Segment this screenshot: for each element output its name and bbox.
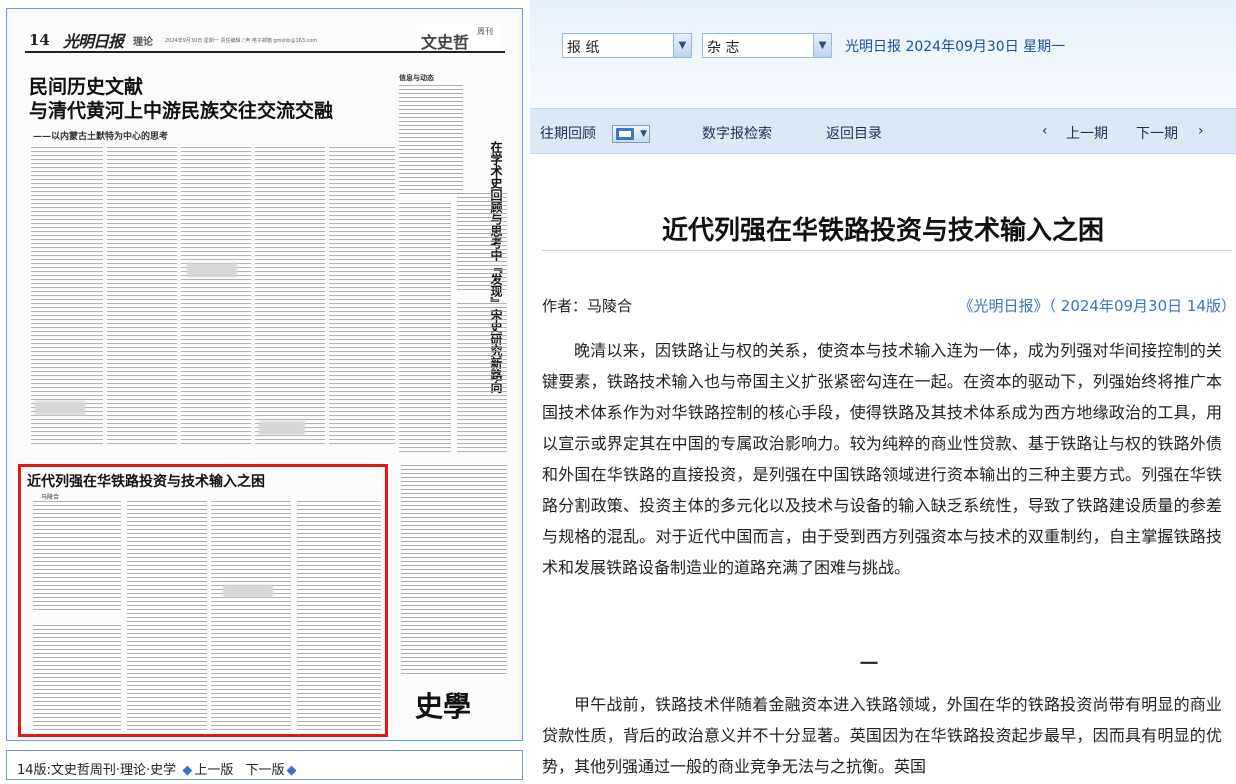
chevron-down-icon[interactable]: ▼ [813, 34, 831, 57]
masthead: 14 光明日报 理论 2024年9月30日 星期一 责任编辑 / 声 电子邮箱 … [25, 25, 505, 53]
newspaper-page-image[interactable]: 14 光明日报 理论 2024年9月30日 星期一 责任编辑 / 声 电子邮箱 … [11, 13, 518, 738]
blurred-block [223, 585, 273, 597]
text-column [401, 465, 507, 675]
highlight-headline[interactable]: 近代列强在华铁路投资与技术输入之困 [27, 471, 265, 491]
article-title: 近代列强在华铁路投资与技术输入之困 [661, 216, 1104, 246]
calendar-icon [616, 128, 634, 140]
sidebar-text [399, 85, 463, 195]
next-issue-link[interactable]: 下一期 [1136, 123, 1178, 143]
newspaper-logo: 光明日报 [63, 32, 124, 51]
article-source: 《光明日报》（ 2024年09月30日 14版） [958, 297, 1236, 315]
text-column [399, 203, 451, 453]
chevron-right-icon[interactable]: › [1198, 123, 1204, 139]
article-paragraph: 甲午战前，铁路技术伴随着金融资本进入铁路领域，外国在华的铁路投资尚带有明显的商业… [542, 695, 1222, 776]
issue-nav-bar: 往期回顾 ▼ 数字报检索 返回目录 ‹ 上一期 下一期 › [530, 108, 1236, 154]
newspaper-page-frame: 14 光明日报 理论 2024年9月30日 星期一 责任编辑 / 声 电子邮箱 … [6, 8, 523, 741]
article-author: 作者：马陵合 [542, 297, 633, 315]
highlight-author: 马陵合 [41, 494, 60, 501]
history-link[interactable]: 往期回顾 [540, 123, 596, 143]
text-column [457, 193, 507, 293]
text-column [329, 147, 395, 447]
text-column [211, 501, 291, 733]
prev-arrow-icon[interactable]: ◆ [182, 763, 192, 778]
chevron-down-icon[interactable]: ▼ [673, 34, 691, 57]
prev-page-link[interactable]: 上一版 [194, 763, 233, 778]
text-column [107, 147, 177, 447]
title-divider [542, 250, 1232, 251]
next-page-link[interactable]: 下一版 [245, 763, 284, 778]
prev-issue-link[interactable]: 上一期 [1066, 123, 1108, 143]
search-link[interactable]: 数字报检索 [702, 123, 772, 143]
section-numeral: 一 [860, 654, 878, 675]
article-content: 近代列强在华铁路投资与技术输入之困 作者：马陵合 《光明日报》（ 2024年09… [530, 155, 1236, 784]
next-arrow-icon[interactable]: ◆ [287, 763, 297, 778]
text-column [33, 501, 121, 611]
weekly-banner: 文史哲 周刊 [417, 25, 501, 52]
blurred-block [187, 263, 237, 277]
back-to-index-link[interactable]: 返回目录 [826, 123, 882, 143]
sidebar-section-head: 信息与动态 [399, 74, 434, 82]
page-number: 14 [29, 31, 50, 49]
top-toolbar: 报 纸 ▼ 杂 志 ▼ 光明日报 2024年09月30日 星期一 [530, 0, 1236, 108]
text-column [297, 501, 381, 733]
newspaper-select[interactable]: 报 纸 ▼ [562, 33, 692, 58]
section-name: 理论 [133, 37, 153, 48]
weekly-badge: 周刊 [477, 27, 493, 36]
main-headline-line-1: 民间历史文献 [29, 76, 144, 98]
main-subheadline: ——以内蒙古土默特为中心的思考 [33, 132, 169, 142]
text-column [255, 147, 325, 447]
weekly-title: 文史哲 [421, 33, 470, 52]
newspaper-panel: 14 光明日报 理论 2024年9月30日 星期一 责任编辑 / 声 电子邮箱 … [0, 0, 530, 784]
chevron-down-icon: ▼ [640, 129, 647, 139]
main-headline[interactable]: 民间历史文献 与清代黄河上中游民族交往交流交融 [29, 75, 333, 123]
blurred-block [259, 421, 305, 435]
history-section-title: 史學 [415, 690, 472, 723]
newspaper-select-value: 报 纸 [567, 40, 600, 56]
main-headline-line-2: 与清代黄河上中游民族交往交流交融 [29, 100, 334, 122]
article-paragraph: 晚清以来，因铁路让与权的关系，使资本与技术输入连为一体，成为列强对华间接控制的关… [542, 341, 1222, 577]
magazine-select-value: 杂 志 [707, 40, 740, 56]
page-nav-bar: 14版:文史哲周刊·理论·史学 ◆ 上一版 下一版 ◆ [6, 750, 523, 780]
masthead-meta: 2024年9月30日 星期一 责任编辑 / 声 电子邮箱 gmshb@163.c… [165, 38, 318, 44]
blurred-block [35, 401, 85, 415]
current-page-label: 14版:文史哲周刊·理论·史学 [17, 763, 177, 778]
calendar-button[interactable]: ▼ [612, 125, 650, 143]
text-column [33, 625, 121, 733]
text-column [181, 147, 251, 447]
text-column [457, 303, 507, 453]
issue-date-label: 光明日报 2024年09月30日 星期一 [845, 39, 1066, 55]
text-column [127, 501, 207, 733]
magazine-select[interactable]: 杂 志 ▼ [702, 33, 832, 58]
chevron-left-icon[interactable]: ‹ [1042, 123, 1048, 139]
article-panel: 报 纸 ▼ 杂 志 ▼ 光明日报 2024年09月30日 星期一 往期回顾 ▼ … [530, 0, 1236, 784]
